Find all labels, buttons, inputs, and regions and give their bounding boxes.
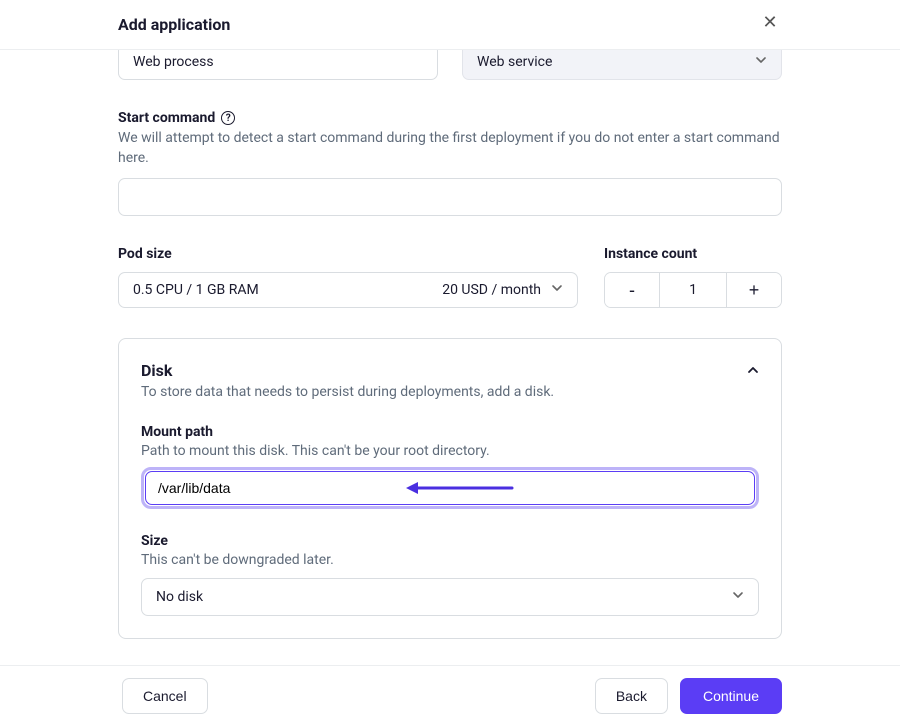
instance-increment-button[interactable]: + xyxy=(727,273,781,307)
process-type-value: Web service xyxy=(477,54,552,70)
pod-size-price: 20 USD / month xyxy=(442,282,541,298)
cancel-button[interactable]: Cancel xyxy=(122,678,208,714)
footer-bar: Cancel Back Continue xyxy=(0,665,900,725)
pod-size-value: 0.5 CPU / 1 GB RAM xyxy=(133,282,259,298)
process-name-value: Web process xyxy=(133,54,214,70)
start-command-help: We will attempt to detect a start comman… xyxy=(118,129,782,168)
page-title: Add application xyxy=(118,15,230,34)
mount-path-help: Path to mount this disk. This can't be y… xyxy=(141,443,759,459)
collapse-button[interactable] xyxy=(747,361,759,380)
disk-panel: Disk To store data that needs to persist… xyxy=(118,338,782,639)
chevron-down-icon xyxy=(732,589,744,605)
chevron-down-icon xyxy=(551,282,563,298)
disk-title: Disk xyxy=(141,361,554,380)
help-icon[interactable]: ? xyxy=(221,111,235,125)
instance-decrement-button[interactable]: - xyxy=(605,273,659,307)
start-command-label: Start command xyxy=(118,110,215,126)
size-select[interactable]: No disk xyxy=(141,578,759,616)
pod-size-select[interactable]: 0.5 CPU / 1 GB RAM 20 USD / month xyxy=(118,272,578,308)
pod-size-label: Pod size xyxy=(118,246,578,262)
start-command-input[interactable] xyxy=(118,178,782,216)
instance-stepper: - 1 + xyxy=(604,272,782,308)
disk-subtitle: To store data that needs to persist duri… xyxy=(141,384,554,400)
continue-button[interactable]: Continue xyxy=(680,678,782,714)
close-button[interactable]: ✕ xyxy=(758,10,782,34)
chevron-down-icon xyxy=(755,54,767,70)
process-name-input[interactable]: Web process xyxy=(118,50,438,80)
instance-count-label: Instance count xyxy=(604,246,782,262)
mount-path-input[interactable] xyxy=(145,471,755,505)
mount-path-highlight xyxy=(141,467,759,509)
back-button[interactable]: Back xyxy=(595,678,668,714)
size-label: Size xyxy=(141,533,759,549)
instance-count-value: 1 xyxy=(659,273,727,307)
size-help: This can't be downgraded later. xyxy=(141,552,759,568)
close-icon: ✕ xyxy=(762,12,777,33)
mount-path-label: Mount path xyxy=(141,424,759,440)
size-value: No disk xyxy=(156,589,203,605)
process-type-select[interactable]: Web service xyxy=(462,50,782,80)
chevron-up-icon xyxy=(747,361,759,380)
